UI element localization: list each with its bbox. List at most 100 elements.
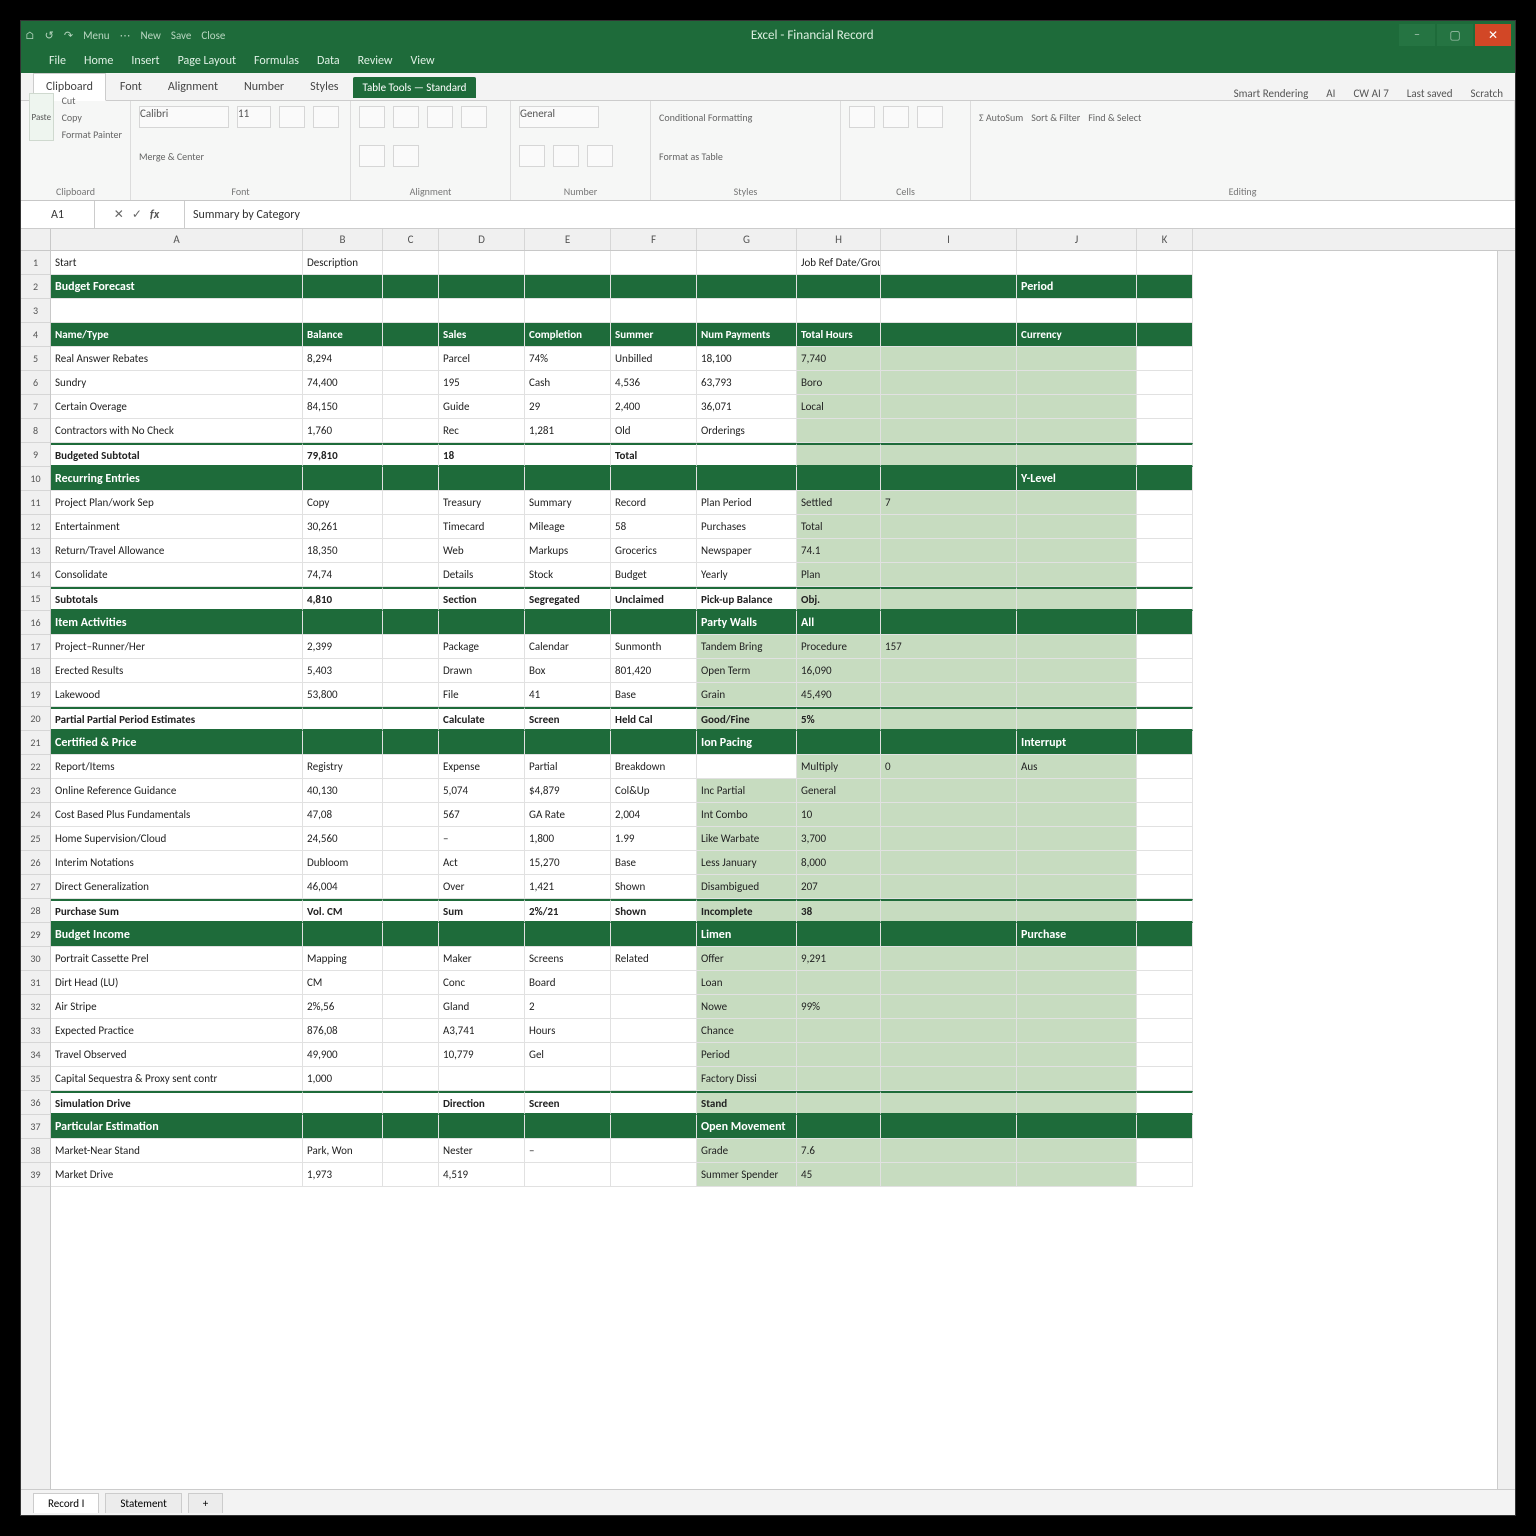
cell[interactable]: Rec bbox=[439, 419, 525, 443]
cell[interactable] bbox=[439, 611, 525, 635]
cell[interactable]: Online Reference Guidance bbox=[51, 779, 303, 803]
cell[interactable]: Incomplete bbox=[697, 899, 797, 923]
cell[interactable] bbox=[797, 299, 881, 323]
cell[interactable] bbox=[303, 467, 383, 491]
cell[interactable]: Cost Based Plus Fundamentals bbox=[51, 803, 303, 827]
italic-button[interactable] bbox=[313, 106, 339, 128]
cell[interactable] bbox=[1137, 1139, 1193, 1163]
cell[interactable] bbox=[383, 587, 439, 611]
cell[interactable]: A3,741 bbox=[439, 1019, 525, 1043]
cell[interactable] bbox=[383, 1019, 439, 1043]
cell[interactable] bbox=[611, 1139, 697, 1163]
cell[interactable] bbox=[1017, 851, 1137, 875]
row-header[interactable]: 34 bbox=[21, 1043, 50, 1067]
cell[interactable] bbox=[1137, 1067, 1193, 1091]
cond-format[interactable]: Conditional Formatting bbox=[659, 111, 752, 124]
cell[interactable] bbox=[439, 923, 525, 947]
cell[interactable]: 4,519 bbox=[439, 1163, 525, 1187]
cell[interactable] bbox=[1137, 347, 1193, 371]
fx-icon[interactable]: fx bbox=[150, 208, 159, 222]
cell[interactable] bbox=[439, 467, 525, 491]
cell[interactable] bbox=[525, 467, 611, 491]
cell[interactable]: Limen bbox=[697, 923, 797, 947]
col-header[interactable]: C bbox=[383, 229, 439, 250]
cell[interactable]: Consolidate bbox=[51, 563, 303, 587]
cell[interactable]: Grain bbox=[697, 683, 797, 707]
cell[interactable] bbox=[383, 635, 439, 659]
cell[interactable] bbox=[383, 899, 439, 923]
cell[interactable]: Orderings bbox=[697, 419, 797, 443]
cell[interactable]: Inc Partial bbox=[697, 779, 797, 803]
cell[interactable]: Grocerics bbox=[611, 539, 697, 563]
cell[interactable]: Timecard bbox=[439, 515, 525, 539]
cell[interactable] bbox=[611, 251, 697, 275]
cell[interactable] bbox=[383, 875, 439, 899]
align-right[interactable] bbox=[427, 106, 453, 128]
cell[interactable] bbox=[1017, 995, 1137, 1019]
cell[interactable] bbox=[525, 299, 611, 323]
cell[interactable] bbox=[1017, 371, 1137, 395]
cell[interactable] bbox=[881, 899, 1017, 923]
cell[interactable]: Shown bbox=[611, 875, 697, 899]
cell[interactable] bbox=[881, 371, 1017, 395]
cell[interactable] bbox=[1137, 419, 1193, 443]
cell[interactable] bbox=[525, 731, 611, 755]
formula-input[interactable]: Summary by Category bbox=[185, 201, 1515, 228]
col-header[interactable]: J bbox=[1017, 229, 1137, 250]
row-header[interactable]: 35 bbox=[21, 1067, 50, 1091]
ribbon-tab[interactable]: Number bbox=[232, 74, 296, 100]
cell[interactable]: 18,350 bbox=[303, 539, 383, 563]
cell[interactable]: Air Stripe bbox=[51, 995, 303, 1019]
cell[interactable] bbox=[383, 947, 439, 971]
cell[interactable] bbox=[881, 299, 1017, 323]
row-header[interactable]: 13 bbox=[21, 539, 50, 563]
row-header[interactable]: 31 bbox=[21, 971, 50, 995]
cell[interactable]: Total bbox=[611, 443, 697, 467]
cell[interactable]: 74% bbox=[525, 347, 611, 371]
cell[interactable] bbox=[1137, 443, 1193, 467]
cell[interactable] bbox=[881, 347, 1017, 371]
cell[interactable]: Return/Travel Allowance bbox=[51, 539, 303, 563]
cell[interactable] bbox=[1137, 875, 1193, 899]
cell[interactable] bbox=[303, 611, 383, 635]
cell[interactable] bbox=[51, 299, 303, 323]
cell[interactable] bbox=[383, 1163, 439, 1187]
cell[interactable]: Erected Results bbox=[51, 659, 303, 683]
cell[interactable]: Report/Items bbox=[51, 755, 303, 779]
cell[interactable]: Start bbox=[51, 251, 303, 275]
cell[interactable] bbox=[881, 851, 1017, 875]
cell[interactable]: Cash bbox=[525, 371, 611, 395]
cell[interactable] bbox=[881, 659, 1017, 683]
cell[interactable]: Section bbox=[439, 587, 525, 611]
cell[interactable] bbox=[383, 995, 439, 1019]
row-header[interactable]: 19 bbox=[21, 683, 50, 707]
cell[interactable] bbox=[1017, 803, 1137, 827]
cell[interactable] bbox=[383, 659, 439, 683]
cell[interactable] bbox=[881, 803, 1017, 827]
cell[interactable]: Like Warbate bbox=[697, 827, 797, 851]
cell[interactable]: Num Payments bbox=[697, 323, 797, 347]
cell[interactable] bbox=[881, 467, 1017, 491]
indent-inc[interactable] bbox=[393, 145, 419, 167]
cell[interactable] bbox=[383, 299, 439, 323]
cell[interactable]: 18,100 bbox=[697, 347, 797, 371]
cell[interactable] bbox=[1017, 299, 1137, 323]
cell[interactable] bbox=[383, 443, 439, 467]
cell[interactable]: Open Term bbox=[697, 659, 797, 683]
row-header[interactable]: 33 bbox=[21, 1019, 50, 1043]
cell[interactable] bbox=[881, 1115, 1017, 1139]
cell[interactable]: Balance bbox=[303, 323, 383, 347]
merge-center-button[interactable]: Merge & Center bbox=[139, 150, 204, 163]
cell[interactable]: Related bbox=[611, 947, 697, 971]
copy-button[interactable]: Copy bbox=[62, 111, 122, 124]
cell[interactable]: 195 bbox=[439, 371, 525, 395]
cell[interactable]: Direct Generalization bbox=[51, 875, 303, 899]
cell[interactable] bbox=[1017, 635, 1137, 659]
cell[interactable]: Box bbox=[525, 659, 611, 683]
cell[interactable]: Guide bbox=[439, 395, 525, 419]
cell[interactable]: 2%/21 bbox=[525, 899, 611, 923]
qat-item[interactable]: ↺ bbox=[45, 29, 54, 42]
cell[interactable]: Period bbox=[697, 1043, 797, 1067]
row-header[interactable]: 39 bbox=[21, 1163, 50, 1187]
cell[interactable]: Boro bbox=[797, 371, 881, 395]
